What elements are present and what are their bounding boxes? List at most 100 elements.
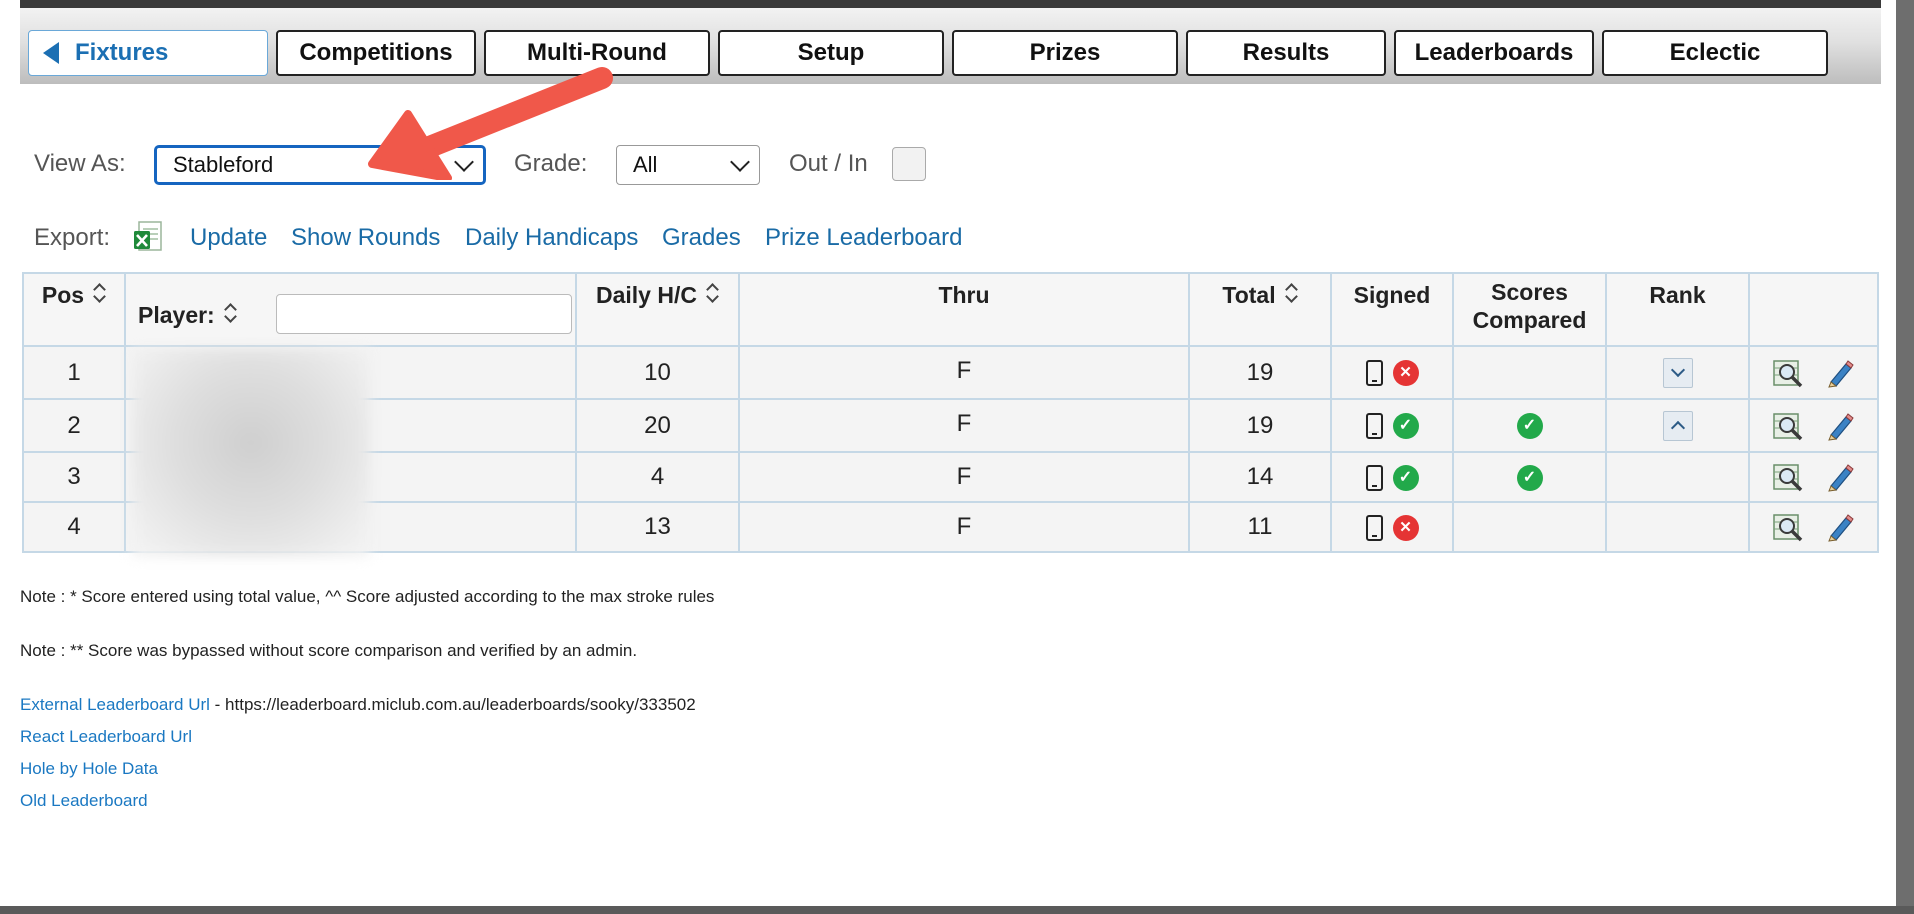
sort-icon[interactable] [92, 282, 106, 304]
thru-cell: F [738, 398, 1190, 453]
total-cell: 19 [1188, 345, 1332, 400]
pos-header-label: Pos [41, 282, 85, 308]
table-header-row: Pos Player: Daily H/C Thru Total Signed … [22, 272, 1879, 347]
phone-icon [1365, 413, 1383, 440]
rank-cell [1605, 345, 1750, 400]
pos-header[interactable]: Pos [22, 272, 126, 347]
update-link[interactable]: Update [190, 224, 267, 252]
signed-cell: ✕ [1330, 501, 1454, 553]
hole-by-hole-link[interactable]: Hole by Hole Data [20, 759, 158, 779]
view-as-value: Stableford [173, 152, 274, 177]
total-header[interactable]: Total [1188, 272, 1332, 347]
edit-pencil-icon[interactable] [1825, 411, 1855, 441]
daily-hc-cell: 20 [575, 398, 740, 453]
note-score-bypassed: Note : ** Score was bypassed without sco… [20, 641, 638, 660]
bottom-bar [0, 906, 1914, 914]
signed-cell: ✓ [1330, 398, 1454, 453]
rank-header-label: Rank [1649, 282, 1706, 308]
external-leaderboard-url: - https://leaderboard.miclub.com.au/lead… [209, 695, 696, 714]
phone-icon [1365, 514, 1383, 541]
daily-hc-header[interactable]: Daily H/C [575, 272, 740, 347]
daily-handicaps-link[interactable]: Daily Handicaps [465, 224, 638, 252]
edit-pencil-icon[interactable] [1825, 512, 1855, 542]
thru-cell: F [738, 345, 1190, 400]
rank-up-button[interactable] [1662, 410, 1693, 441]
signed-cell: ✓ [1330, 451, 1454, 503]
show-rounds-link[interactable]: Show Rounds [291, 224, 440, 252]
signed-check-icon: ✓ [1392, 413, 1419, 440]
not-signed-icon: ✕ [1392, 514, 1419, 541]
pos-cell: 1 [22, 345, 126, 400]
rank-cell [1605, 398, 1750, 453]
annotation-arrow [368, 67, 613, 180]
daily-hc-cell: 10 [575, 345, 740, 400]
tab-leaderboards[interactable]: Leaderboards [1394, 30, 1594, 76]
note-score-entered: Note : * Score entered using total value… [20, 587, 715, 606]
tab-bar: Fixtures Competitions Multi-Round Setup … [20, 8, 1881, 84]
sort-icon[interactable] [223, 302, 237, 324]
total-cell: 11 [1188, 501, 1332, 553]
signed-header-label: Signed [1353, 282, 1431, 308]
sort-icon[interactable] [1284, 282, 1298, 304]
thru-header-label: Thru [938, 282, 990, 308]
chevron-down-icon [730, 152, 750, 172]
prize-leaderboard-link[interactable]: Prize Leaderboard [765, 224, 962, 252]
signed-header: Signed [1330, 272, 1454, 347]
out-in-label: Out / In [789, 150, 868, 177]
rank-cell [1605, 451, 1750, 503]
total-cell: 14 [1188, 451, 1332, 503]
external-leaderboard-link[interactable]: External Leaderboard Url [20, 695, 210, 714]
view-scorecard-icon[interactable] [1772, 462, 1803, 492]
edit-pencil-icon[interactable] [1825, 358, 1855, 388]
grade-select[interactable]: All [616, 145, 760, 185]
compared-check-icon: ✓ [1516, 464, 1543, 491]
actions-cell [1748, 451, 1879, 503]
rank-cell [1605, 501, 1750, 553]
thru-cell: F [738, 501, 1190, 553]
tab-fixtures[interactable]: Fixtures [28, 30, 268, 76]
player-header: Player: [124, 272, 577, 347]
compared-cell [1452, 501, 1607, 553]
signed-cell: ✕ [1330, 345, 1454, 400]
react-leaderboard-link[interactable]: React Leaderboard Url [20, 727, 192, 747]
tab-results-label: Results [1242, 39, 1330, 66]
tab-eclectic[interactable]: Eclectic [1602, 30, 1828, 76]
view-scorecard-icon[interactable] [1772, 411, 1803, 441]
tab-prizes[interactable]: Prizes [952, 30, 1178, 76]
not-signed-icon: ✕ [1392, 360, 1419, 387]
grades-link[interactable]: Grades [662, 224, 741, 252]
view-scorecard-icon[interactable] [1772, 358, 1803, 388]
out-in-checkbox[interactable] [892, 147, 926, 181]
rank-down-button[interactable] [1662, 357, 1693, 388]
total-cell: 19 [1188, 398, 1332, 453]
pos-cell: 3 [22, 451, 126, 503]
tab-leaderboards-label: Leaderboards [1414, 39, 1574, 66]
daily-hc-header-label: Daily H/C [596, 282, 697, 308]
old-leaderboard-link[interactable]: Old Leaderboard [20, 791, 148, 811]
window-edge [1896, 0, 1914, 914]
view-as-label: View As: [34, 150, 126, 177]
player-filter-input[interactable] [276, 294, 572, 334]
rank-header: Rank [1605, 272, 1750, 347]
daily-hc-cell: 4 [575, 451, 740, 503]
compared-header-label: Compared [1472, 307, 1587, 333]
phone-icon [1365, 464, 1383, 491]
redacted-player-names [132, 349, 370, 557]
compared-cell: ✓ [1452, 451, 1607, 503]
view-scorecard-icon[interactable] [1772, 512, 1803, 542]
thru-header: Thru [738, 272, 1190, 347]
grade-value: All [633, 152, 658, 177]
scores-header-label: Scores [1491, 279, 1568, 305]
sort-icon[interactable] [705, 282, 719, 304]
edit-pencil-icon[interactable] [1825, 462, 1855, 492]
thru-cell: F [738, 451, 1190, 503]
compared-check-icon: ✓ [1516, 413, 1543, 440]
external-leaderboard-row: External Leaderboard Url - https://leade… [20, 695, 696, 715]
pos-cell: 2 [22, 398, 126, 453]
player-sort[interactable]: Player: [138, 302, 237, 329]
compared-cell: ✓ [1452, 398, 1607, 453]
actions-header [1748, 272, 1879, 347]
excel-icon[interactable] [133, 221, 163, 253]
tab-setup[interactable]: Setup [718, 30, 944, 76]
tab-results[interactable]: Results [1186, 30, 1386, 76]
